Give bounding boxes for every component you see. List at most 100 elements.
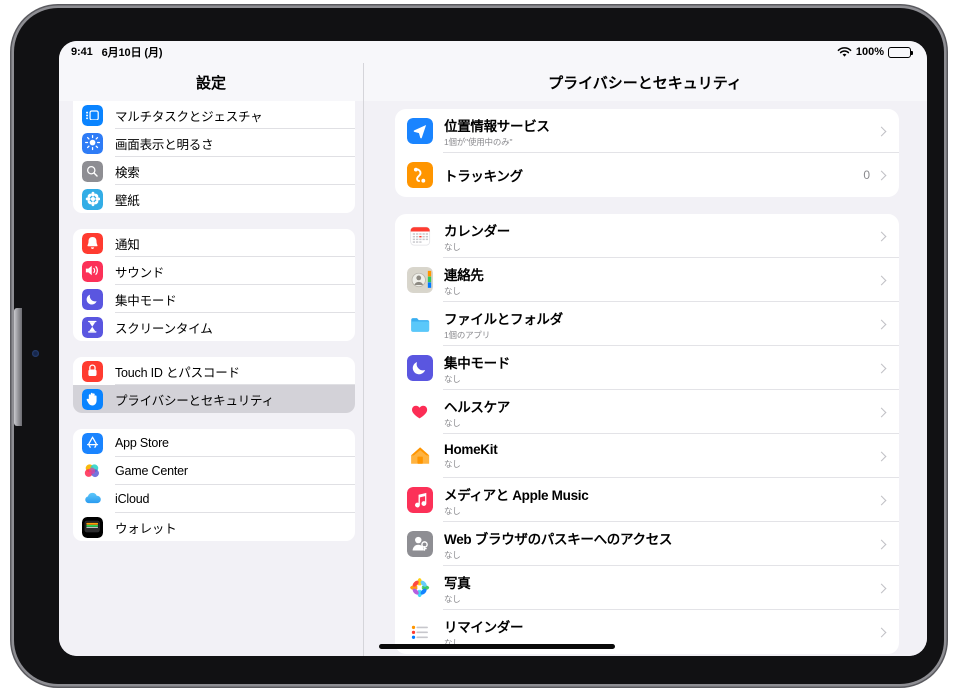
settings-sidebar: 設定 マルチタスクとジェスチャ 画面表示と明るさ 検索 壁紙 通知 サウンド 集中モード スク… [59, 63, 363, 656]
sidebar-item-4[interactable]: 壁紙 [73, 185, 355, 213]
wifi-icon [837, 46, 852, 58]
privacy-row-title: ヘルスケア [444, 399, 510, 415]
sidebar-item-label: Touch ID とパスコード [115, 365, 240, 380]
sidebar-item-1[interactable]: Touch ID とパスコード [73, 357, 355, 385]
chevron-right-icon [876, 231, 887, 241]
privacy-row-text: トラッキング [444, 165, 523, 185]
sidebar-item-3[interactable]: 集中モード [73, 285, 355, 313]
privacy-row[interactable]: カレンダー なし [395, 214, 899, 258]
sidebar-item-label: 画面表示と明るさ [115, 137, 214, 152]
chevron-right-icon [876, 539, 887, 549]
privacy-row[interactable]: ヘルスケア なし [395, 390, 899, 434]
privacy-row[interactable]: メディアと Apple Music なし [395, 478, 899, 522]
privacy-row-title: 写真 [444, 575, 471, 591]
sidebar-item-2[interactable]: Game Center [73, 457, 355, 485]
privacy-row-accessory [876, 363, 887, 373]
chevron-right-icon [876, 126, 887, 136]
privacy-row-title: ファイルとフォルダ [444, 311, 563, 327]
sidebar-item-label: 検索 [115, 165, 140, 180]
detail-scroll-area[interactable]: 位置情報サービス 1個が"使用中のみ" トラッキング 0 カレンダー なし 連絡先 なし ファイ… [363, 101, 927, 656]
privacy-row-title: HomeKit [444, 442, 498, 457]
sidebar-item-2[interactable]: 画面表示と明るさ [73, 129, 355, 157]
privacy-row-title: カレンダー [444, 223, 510, 239]
privacy-row-subtitle: なし [444, 593, 461, 604]
privacy-row-text: 連絡先 なし [444, 264, 484, 297]
chevron-right-icon [876, 407, 887, 417]
privacy-hand-icon [82, 388, 103, 410]
privacy-row-subtitle: なし [444, 459, 461, 469]
sidebar-item-1[interactable]: App Store [73, 429, 355, 457]
privacy-detail-pane: プライバシーとセキュリティ 位置情報サービス 1個が"使用中のみ" トラッキング 0 カ… [363, 63, 927, 656]
privacy-row-text: ヘルスケア なし [444, 396, 510, 429]
sidebar-item-label: 通知 [115, 237, 140, 252]
privacy-row-subtitle: なし [444, 417, 461, 428]
chevron-right-icon [876, 275, 887, 285]
sidebar-item-2-selected[interactable]: プライバシーとセキュリティ [73, 385, 355, 413]
sidebar-item-3[interactable]: iCloud [73, 485, 355, 513]
sidebar-scroll-area[interactable]: マルチタスクとジェスチャ 画面表示と明るさ 検索壁紙通知サウンド集中モードスクリーン… [59, 101, 363, 656]
privacy-row-text: カレンダー なし [444, 220, 510, 253]
sidebar-item-3[interactable]: 検索 [73, 157, 355, 185]
passkey-person-icon [407, 531, 433, 557]
sound-speaker-icon [82, 260, 103, 282]
sidebar-item-2[interactable]: サウンド [73, 257, 355, 285]
privacy-row-text: ファイルとフォルダ 1個のアプリ [444, 308, 563, 341]
location-arrow-icon [407, 118, 433, 144]
sidebar-group: Touch ID とパスコードプライバシーとセキュリティ [73, 357, 355, 413]
sidebar-item-label: Game Center [115, 464, 188, 478]
privacy-row-accessory [876, 231, 887, 241]
homekit-house-icon [407, 443, 433, 469]
privacy-row-title: 集中モード [444, 355, 510, 371]
search-icon [82, 160, 103, 182]
side-button[interactable] [14, 308, 22, 426]
reminders-icon [407, 619, 433, 645]
status-bar-left: 9:41 6月10日 (月) [71, 44, 163, 60]
privacy-row[interactable]: 連絡先 なし [395, 258, 899, 302]
chevron-right-icon [876, 627, 887, 637]
privacy-row[interactable]: 位置情報サービス 1個が"使用中のみ" [395, 109, 899, 153]
sidebar-item-4[interactable]: スクリーンタイム [73, 313, 355, 341]
sidebar-item-label: 集中モード [115, 293, 177, 308]
home-indicator[interactable] [379, 644, 615, 649]
ipad-device-frame: 9:41 6月10日 (月) 100% 設定 マルチタスクとジェスチャ 画面表示… [14, 8, 944, 684]
pane-divider [363, 63, 364, 656]
sidebar-item-4[interactable]: ウォレット [73, 513, 355, 541]
calendar-icon [407, 223, 433, 249]
privacy-row-accessory [876, 495, 887, 505]
privacy-row[interactable]: ファイルとフォルダ 1個のアプリ [395, 302, 899, 346]
chevron-right-icon [876, 495, 887, 505]
notifications-bell-icon [82, 232, 103, 254]
privacy-row-accessory [876, 539, 887, 549]
detail-title: プライバシーとセキュリティ [363, 63, 927, 101]
privacy-row[interactable]: 写真 なし [395, 566, 899, 610]
sidebar-item-1[interactable]: 通知 [73, 229, 355, 257]
apple-music-icon [407, 487, 433, 513]
sidebar-item-label: iCloud [115, 492, 150, 506]
privacy-row-accessory [876, 275, 887, 285]
sidebar-item-label: マルチタスクとジェスチャ [115, 109, 263, 124]
app-store-icon [82, 432, 103, 454]
privacy-row[interactable]: HomeKit なし [395, 434, 899, 478]
privacy-row[interactable]: トラッキング 0 [395, 153, 899, 197]
sidebar-item-1[interactable]: マルチタスクとジェスチャ [73, 101, 355, 129]
chevron-right-icon [876, 451, 887, 461]
game-center-icon [82, 460, 103, 482]
chevron-right-icon [876, 170, 887, 180]
sidebar-item-label: ウォレット [115, 521, 177, 536]
focus-moon-icon [407, 355, 433, 381]
privacy-row-text: HomeKit なし [444, 442, 498, 470]
wallet-icon [82, 516, 103, 538]
ipad-screen: 9:41 6月10日 (月) 100% 設定 マルチタスクとジェスチャ 画面表示… [59, 41, 927, 656]
privacy-row[interactable]: 集中モード なし [395, 346, 899, 390]
privacy-row-title: トラッキング [444, 169, 523, 184]
privacy-row-text: 写真 なし [444, 572, 471, 605]
status-date: 6月10日 (月) [101, 47, 163, 59]
health-heart-icon [407, 399, 433, 425]
privacy-row-text: Web ブラウザのパスキーへのアクセス なし [444, 528, 672, 561]
privacy-row-subtitle: なし [444, 241, 461, 252]
privacy-row-accessory: 0 [863, 168, 887, 182]
split-view: 設定 マルチタスクとジェスチャ 画面表示と明るさ 検索 壁紙 通知 サウンド 集中モード スク… [59, 63, 927, 656]
privacy-row-accessory [876, 126, 887, 136]
chevron-right-icon [876, 583, 887, 593]
privacy-row[interactable]: Web ブラウザのパスキーへのアクセス なし [395, 522, 899, 566]
